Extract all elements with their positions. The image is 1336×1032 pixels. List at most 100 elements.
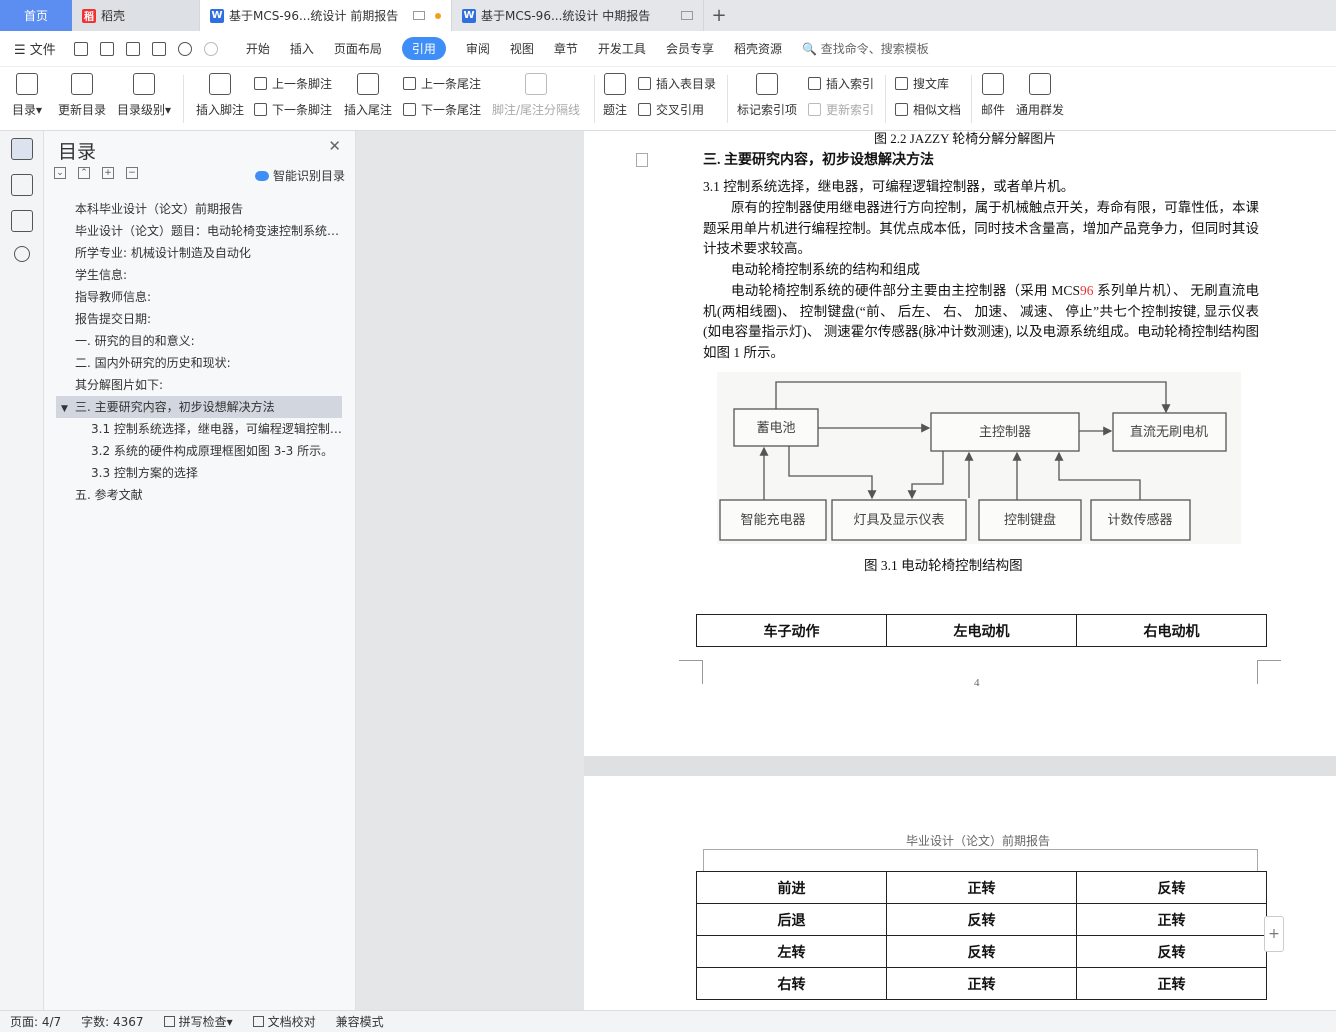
collapse-all-icon[interactable]: ⌄	[54, 167, 66, 179]
add-row-plus-icon[interactable]: +	[1264, 916, 1284, 952]
insert-index-button[interactable]: 插入索引	[808, 75, 874, 92]
tab-home[interactable]: 首页	[0, 0, 72, 31]
chapter-nav-icon[interactable]	[10, 174, 33, 196]
toc-item[interactable]: 3.3 控制方案的选择	[56, 462, 342, 484]
toc-button[interactable]: 目录▾	[12, 73, 42, 118]
tab-doc-mid-report[interactable]: W 基于MCS-96...统设计 中期报告	[452, 0, 704, 31]
table-cell[interactable]: 正转	[886, 967, 1077, 1000]
add-level-icon[interactable]: +	[102, 167, 114, 179]
update-toc-button[interactable]: 更新目录	[58, 73, 106, 118]
toc-item[interactable]: 所学专业: 机械设计制造及自动化	[56, 242, 342, 264]
table-cell[interactable]: 反转	[1076, 935, 1267, 968]
bookmark-icon[interactable]	[10, 210, 33, 232]
menu-member[interactable]: 会员专享	[666, 40, 714, 57]
menu-section[interactable]: 章节	[554, 40, 578, 57]
document-page[interactable]: 图 2.2 JAZZY 轮椅分解分解图片 三. 主要研究内容，初步设想解决方法 …	[584, 131, 1336, 756]
table-cell[interactable]: 左转	[696, 935, 887, 968]
table-cell[interactable]: 前进	[696, 871, 887, 904]
next-footnote-button[interactable]: 下一条脚注	[254, 101, 332, 118]
prev-footnote-button[interactable]: 上一条脚注	[254, 75, 332, 92]
insert-endnote-button[interactable]: 插入尾注	[344, 73, 392, 118]
table-cell[interactable]: 正转	[1076, 967, 1267, 1000]
update-index-button[interactable]: 更新索引	[808, 101, 874, 118]
table-cell[interactable]: 反转	[1076, 871, 1267, 904]
document-side-icon[interactable]	[636, 153, 648, 167]
monitor-icon[interactable]	[413, 11, 425, 20]
toc-level-button[interactable]: 目录级别▾	[117, 73, 171, 118]
expand-up-icon[interactable]: ⌃	[78, 167, 90, 179]
close-icon[interactable]: ✕	[328, 137, 341, 155]
insert-footnote-button[interactable]: 插入脚注	[196, 73, 244, 118]
mark-index-button[interactable]: 标记索引项	[737, 73, 797, 118]
print-icon[interactable]	[125, 41, 140, 56]
toc-item[interactable]: 二. 国内外研究的历史和现状:	[56, 352, 342, 374]
toc-item[interactable]: 学生信息:	[56, 264, 342, 286]
table-cell[interactable]: 反转	[886, 903, 1077, 936]
table-cell[interactable]: 右转	[696, 967, 887, 1000]
toc-item[interactable]: 3.1 控制系统选择，继电器，可编程逻辑控制器，或者单片机。	[56, 418, 342, 440]
menu-review[interactable]: 审阅	[466, 40, 490, 57]
tab-daoke[interactable]: 稻 稻壳	[72, 0, 200, 31]
table-cell[interactable]: 右电动机	[1076, 614, 1267, 647]
print-preview-icon[interactable]	[151, 41, 166, 56]
menu-insert[interactable]: 插入	[290, 40, 314, 57]
doc-proof-button[interactable]: 文档校对	[252, 1013, 316, 1030]
page-margin-corner	[679, 660, 703, 684]
spell-check-button[interactable]: 拼写检查 ▾	[163, 1013, 233, 1030]
toc-item[interactable]: 3.2 系统的硬件构成原理框图如图 3-3 所示。	[56, 440, 342, 462]
document-page[interactable]: 毕业设计（论文）前期报告 前进 正转 反转 后退 反转 正转 左转 反转 反转 …	[584, 776, 1336, 1010]
new-tab-plus-icon[interactable]: +	[704, 0, 734, 31]
toc-button-label: 目录	[12, 103, 37, 117]
toc-item[interactable]: 指导教师信息:	[56, 286, 342, 308]
table-cell[interactable]: 左电动机	[886, 614, 1077, 647]
toc-item[interactable]: 本科毕业设计（论文）前期报告	[56, 198, 342, 220]
undo-icon[interactable]	[177, 41, 192, 56]
prev-endnote-button[interactable]: 上一条尾注	[403, 75, 481, 92]
toc-item[interactable]: 一. 研究的目的和意义:	[56, 330, 342, 352]
menu-start[interactable]: 开始	[246, 40, 270, 57]
robot-icon	[254, 170, 269, 181]
tab-doc-early-report[interactable]: W 基于MCS-96...统设计 前期报告	[200, 0, 452, 31]
toc-panel-title: 目录	[58, 141, 97, 163]
toc-item[interactable]: 毕业设计（论文）题目：电动轮椅变速控制系统设计	[56, 220, 342, 242]
search-library-button[interactable]: 搜文库	[895, 75, 949, 92]
cross-reference-button[interactable]: 交叉引用	[638, 101, 704, 118]
page-indicator[interactable]: 页面: 4/7	[10, 1013, 61, 1030]
remove-level-icon[interactable]: −	[126, 167, 138, 179]
redo-icon[interactable]	[203, 41, 218, 56]
menu-page-layout[interactable]: 页面布局	[334, 40, 382, 57]
insert-table-of-figures-button[interactable]: 插入表目录	[638, 75, 716, 92]
menu-references[interactable]: 引用	[401, 37, 446, 60]
toc-item[interactable]: 报告提交日期:	[56, 308, 342, 330]
document-area[interactable]: 图 2.2 JAZZY 轮椅分解分解图片 三. 主要研究内容，初步设想解决方法 …	[356, 131, 1336, 1010]
diagram-label: 控制键盘	[1004, 512, 1056, 528]
table-cell[interactable]: 正转	[886, 871, 1077, 904]
word-count[interactable]: 字数: 4367	[81, 1013, 143, 1030]
menu-daoke-resources[interactable]: 稻壳资源	[734, 40, 782, 57]
file-menu-button[interactable]: ☰ 文件	[14, 39, 56, 58]
outline-icon[interactable]	[10, 138, 33, 160]
menu-view[interactable]: 视图	[510, 40, 534, 57]
note-separator-button[interactable]: 脚注/尾注分隔线	[492, 73, 580, 118]
toc-item-selected[interactable]: ▼ 三. 主要研究内容，初步设想解决方法	[56, 396, 342, 418]
toc-panel: 目录 ✕ ⌄ ⌃ + − 智能识别目录 本科毕业设计（论文）前期报告 毕业设计（…	[44, 131, 356, 1010]
search-icon[interactable]	[13, 246, 30, 262]
command-search[interactable]: 🔍 查找命令、搜索模板	[802, 40, 929, 57]
table-cell[interactable]: 正转	[1076, 903, 1267, 936]
next-endnote-button[interactable]: 下一条尾注	[403, 101, 481, 118]
save-icon[interactable]	[73, 41, 88, 56]
smart-toc-button[interactable]: 智能识别目录	[254, 167, 345, 184]
similar-docs-button[interactable]: 相似文档	[895, 101, 961, 118]
chevron-down-icon[interactable]: ▼	[61, 398, 73, 418]
caption-button[interactable]: 题注	[603, 73, 627, 118]
table-cell[interactable]: 后退	[696, 903, 887, 936]
menu-developer[interactable]: 开发工具	[598, 40, 646, 57]
monitor-icon[interactable]	[681, 11, 693, 20]
export-pdf-icon[interactable]	[99, 41, 114, 56]
table-cell[interactable]: 反转	[886, 935, 1077, 968]
mail-button[interactable]: 邮件	[981, 73, 1005, 118]
toc-item[interactable]: 其分解图片如下:	[56, 374, 342, 396]
mail-merge-button[interactable]: 通用群发	[1016, 73, 1064, 118]
toc-item[interactable]: 五. 参考文献	[56, 484, 342, 506]
table-cell[interactable]: 车子动作	[696, 614, 887, 647]
